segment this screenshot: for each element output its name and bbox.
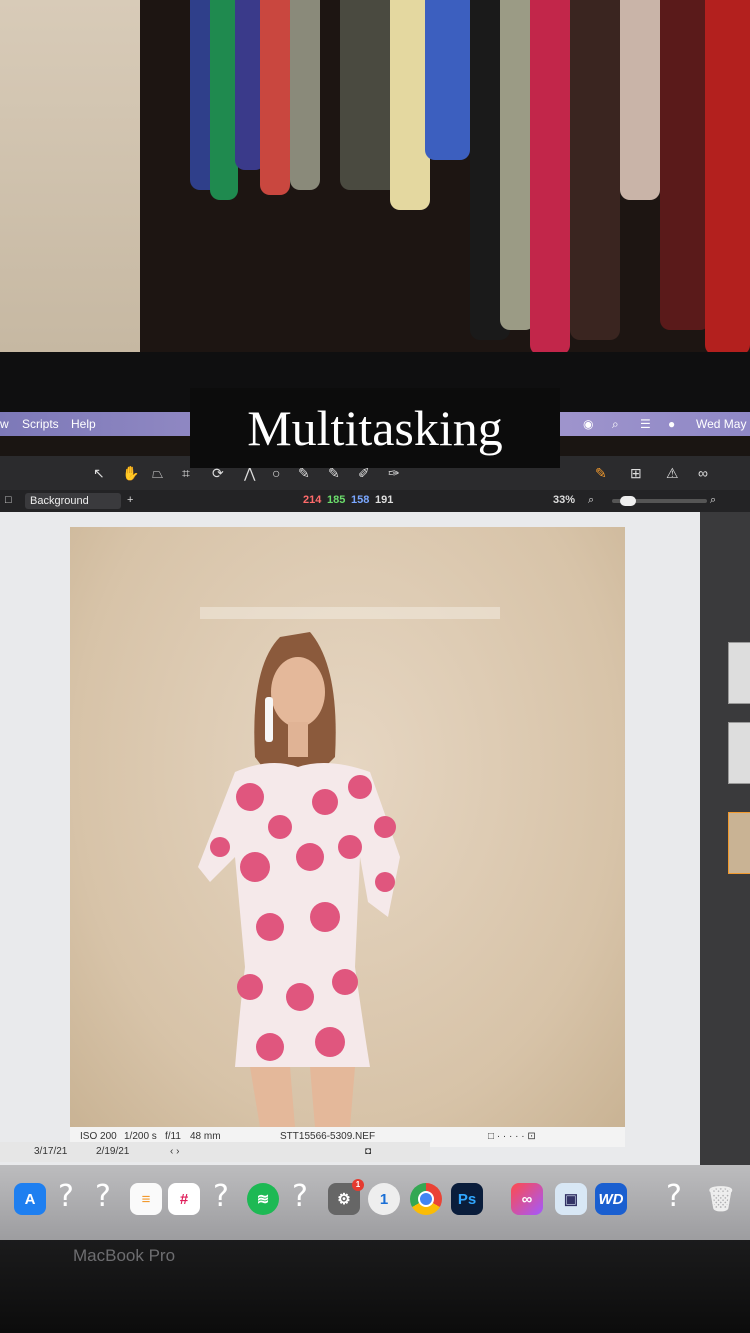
edit-icon[interactable]: ✎ xyxy=(595,465,607,482)
slack-icon[interactable]: # xyxy=(168,1183,200,1215)
preview-icon[interactable]: ▣ xyxy=(555,1183,587,1215)
room-door xyxy=(0,0,140,355)
notification-badge: 1 xyxy=(352,1179,364,1191)
unknown-app-icon[interactable]: ? xyxy=(58,1179,74,1214)
shutter-value: 1/200 s xyxy=(124,1131,157,1142)
story-caption: Multitasking xyxy=(190,388,560,468)
view-mode-icon[interactable]: □ · · · · · ⊡ xyxy=(488,1131,536,1142)
unknown-app-icon[interactable]: ? xyxy=(666,1179,682,1214)
closet-clothes xyxy=(140,0,750,355)
focal-value: 48 mm xyxy=(190,1131,221,1142)
iso-value: ISO 200 xyxy=(80,1131,117,1142)
thumbnail[interactable] xyxy=(728,722,750,784)
clock[interactable]: Wed May xyxy=(696,417,746,431)
hand-tool-icon[interactable]: ✋ xyxy=(122,465,139,482)
viewer-icon[interactable]: □ xyxy=(5,494,12,506)
zoom-slider-handle[interactable] xyxy=(620,496,636,506)
warning-icon[interactable]: ⚠ xyxy=(666,465,679,482)
siri-icon[interactable]: ● xyxy=(668,417,675,431)
layer-select[interactable]: Background xyxy=(25,493,121,509)
crop-tool-icon[interactable]: ⌗ xyxy=(182,465,190,482)
add-layer-icon[interactable]: + xyxy=(127,494,133,506)
loupe-icon[interactable]: ∞ xyxy=(698,465,708,481)
zoom-out-icon[interactable]: ⌕ xyxy=(588,494,594,507)
thumbnail-selected[interactable] xyxy=(728,812,750,874)
unknown-app-icon[interactable]: ? xyxy=(213,1179,229,1214)
browser-strip: 3/17/21 2/19/21 ‹ › ◘ xyxy=(0,1142,430,1162)
date-2: 2/19/21 xyxy=(96,1146,130,1157)
control-center-icon[interactable]: ☰ xyxy=(640,417,651,431)
aperture-value: f/11 xyxy=(165,1131,181,1142)
menu-item-window[interactable]: w xyxy=(0,417,9,431)
wd-icon[interactable]: WD xyxy=(595,1183,627,1215)
tag-icon[interactable]: ◘ xyxy=(365,1146,371,1157)
zoom-in-icon[interactable]: ⌕ xyxy=(710,494,716,507)
filename: STT15566-5309.NEF xyxy=(280,1131,376,1142)
zoom-level: 33% xyxy=(553,494,576,506)
rgb-r: 214 xyxy=(303,494,322,506)
filmstrip[interactable] xyxy=(700,512,750,1192)
date-1: 3/17/21 xyxy=(34,1146,68,1157)
preview-photo xyxy=(70,527,625,1127)
pointer-tool-icon[interactable]: ↖ xyxy=(93,465,105,482)
menu-item-scripts[interactable]: Scripts xyxy=(22,417,59,431)
brand-label: MacBook Pro xyxy=(73,1246,176,1265)
search-icon[interactable]: ⌕ xyxy=(612,417,619,432)
creative-cloud-icon[interactable]: ∞ xyxy=(511,1183,543,1215)
grid-icon[interactable]: ⊞ xyxy=(630,465,642,482)
user-icon[interactable]: ◉ xyxy=(583,417,593,431)
info-bar: □ Background + 214 185 158 191 33% ⌕ ⌕ xyxy=(0,490,750,512)
system-prefs-icon[interactable]: ⚙ 1 xyxy=(328,1179,364,1215)
rgb-a: 191 xyxy=(375,494,394,506)
dock: A ? ? ≡ # ? ≋ ? ⚙ 1 1 Ps ∞ ▣ WD ? 🗑 xyxy=(0,1165,750,1240)
nav-icon[interactable]: ‹ › xyxy=(170,1146,179,1157)
unknown-app-icon[interactable]: ? xyxy=(95,1179,111,1214)
rgb-b: 158 xyxy=(351,494,370,506)
onepassword-icon[interactable]: 1 xyxy=(368,1183,400,1215)
model-figure xyxy=(198,607,500,1127)
menu-item-help[interactable]: Help xyxy=(71,417,96,431)
unknown-app-icon[interactable]: ? xyxy=(292,1179,308,1214)
reminders-icon[interactable]: ≡ xyxy=(130,1183,162,1215)
thumbnail[interactable] xyxy=(728,642,750,704)
rgb-g: 185 xyxy=(327,494,346,506)
spotify-icon[interactable]: ≋ xyxy=(247,1183,279,1215)
photoshop-icon[interactable]: Ps xyxy=(451,1183,483,1215)
chrome-icon[interactable] xyxy=(410,1183,442,1215)
trash-icon[interactable]: 🗑 xyxy=(705,1183,737,1215)
app-store-icon[interactable]: A xyxy=(14,1183,46,1215)
keystone-tool-icon[interactable]: ⏢ xyxy=(152,465,163,482)
